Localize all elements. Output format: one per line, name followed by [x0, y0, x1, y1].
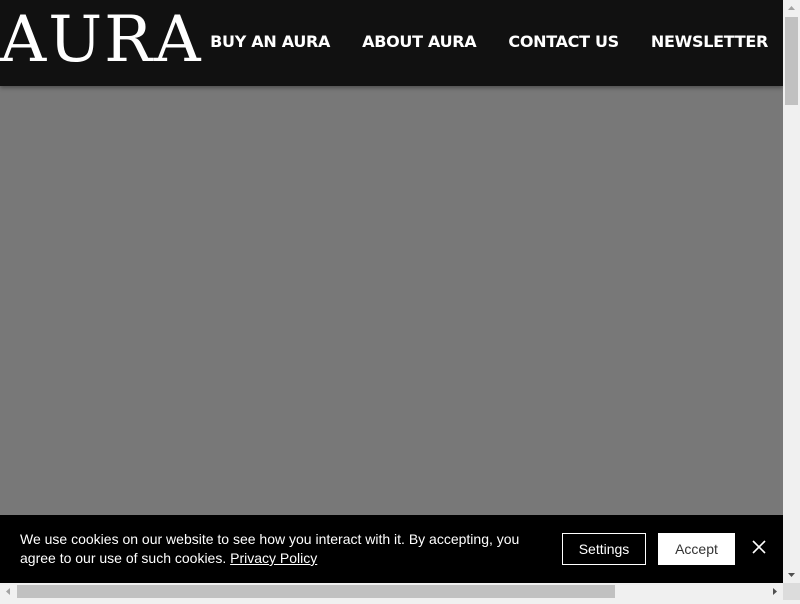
page-viewport: AURA BUY AN AURA ABOUT AURA CONTACT US N…: [0, 0, 783, 583]
privacy-policy-link[interactable]: Privacy Policy: [230, 550, 317, 566]
cookie-message: We use cookies on our website to see how…: [20, 530, 540, 568]
vertical-scrollbar-thumb[interactable]: [785, 17, 798, 105]
scroll-left-arrow-icon[interactable]: [0, 583, 17, 600]
horizontal-scrollbar-thumb[interactable]: [17, 585, 615, 598]
horizontal-scrollbar[interactable]: [0, 583, 783, 600]
scroll-down-arrow-icon[interactable]: [783, 566, 800, 583]
main-nav: BUY AN AURA ABOUT AURA CONTACT US NEWSLE…: [210, 30, 768, 54]
nav-link-about-aura[interactable]: ABOUT AURA: [362, 30, 477, 54]
scrollbar-corner: [783, 583, 800, 600]
nav-link-newsletter[interactable]: NEWSLETTER: [651, 30, 768, 54]
cookie-banner: We use cookies on our website to see how…: [0, 515, 783, 583]
nav-link-contact-us[interactable]: CONTACT US: [508, 30, 619, 54]
scroll-right-arrow-icon[interactable]: [766, 583, 783, 600]
nav-link-buy-an-aura[interactable]: BUY AN AURA: [210, 30, 330, 54]
cookie-settings-button[interactable]: Settings: [562, 533, 646, 565]
scroll-up-arrow-icon[interactable]: [783, 0, 800, 17]
site-header: AURA BUY AN AURA ABOUT AURA CONTACT US N…: [0, 0, 783, 86]
close-icon[interactable]: [749, 537, 769, 557]
brand-logo[interactable]: AURA: [0, 4, 203, 76]
cookie-accept-button[interactable]: Accept: [658, 533, 735, 565]
vertical-scrollbar[interactable]: [783, 0, 800, 583]
